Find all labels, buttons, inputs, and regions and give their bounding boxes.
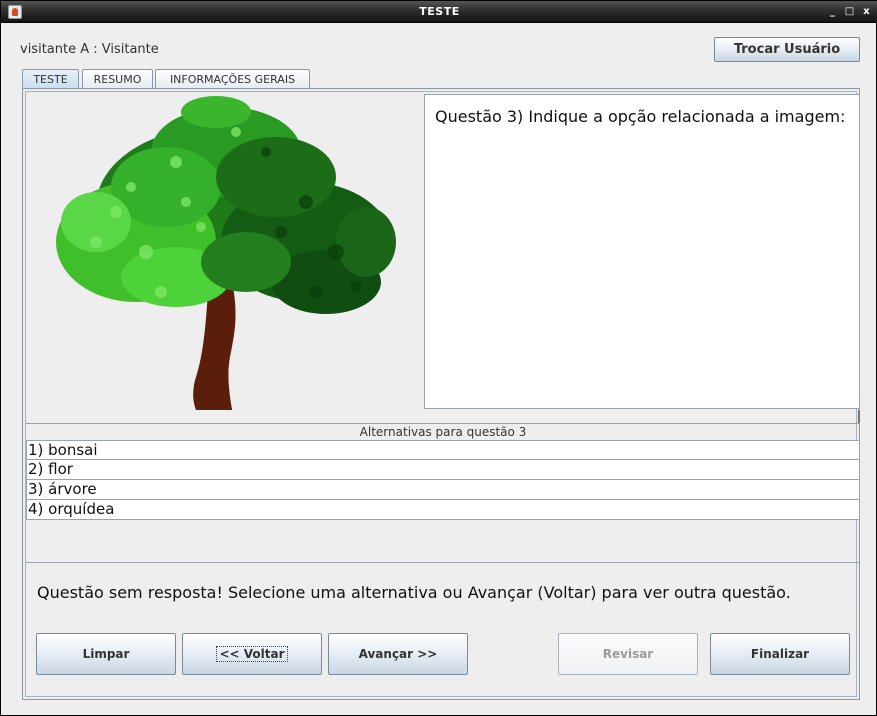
back-button-label: << Voltar [216, 646, 288, 662]
status-message: Questão sem resposta! Selecione uma alte… [37, 583, 791, 602]
alternative-item-3[interactable]: 3) árvore [26, 480, 860, 500]
tree-illustration [56, 96, 396, 410]
tab-resumo[interactable]: RESUMO [82, 69, 153, 88]
action-area: Questão sem resposta! Selecione uma alte… [26, 562, 860, 698]
next-button[interactable]: Avançar >> [328, 633, 468, 675]
question-text-box: Questão 3) Indique a opção relacionada a… [424, 94, 860, 409]
question-panel: Questão 3) Indique a opção relacionada a… [25, 91, 860, 698]
app-window: TESTE _ □ x visitante A : Visitante Troc… [0, 0, 877, 716]
alternatives-list: 1) bonsai 2) flor 3) árvore 4) orquídea [26, 440, 860, 520]
alternative-item-4[interactable]: 4) orquídea [26, 500, 860, 520]
main-content: visitante A : Visitante Trocar Usuário T… [2, 24, 875, 714]
maximize-icon[interactable]: □ [844, 6, 855, 17]
close-icon[interactable]: x [861, 6, 872, 17]
alternative-item-1[interactable]: 1) bonsai [26, 440, 860, 460]
window-title: TESTE [419, 5, 460, 18]
current-user-label: visitante A : Visitante [20, 42, 159, 57]
resize-handle[interactable] [858, 410, 860, 423]
test-panel: Questão 3) Indique a opção relacionada a… [22, 88, 860, 700]
tab-informacoes-gerais[interactable]: INFORMAÇÕES GERAIS [155, 69, 310, 88]
review-button[interactable]: Revisar [558, 633, 698, 675]
tab-teste[interactable]: TESTE [22, 69, 79, 89]
question-image [26, 92, 424, 422]
clear-button[interactable]: Limpar [36, 633, 176, 675]
title-bar: TESTE _ □ x [1, 1, 877, 23]
alternatives-header: Alternativas para questão 3 [26, 423, 860, 439]
back-button[interactable]: << Voltar [182, 633, 322, 675]
minimize-icon[interactable]: _ [827, 6, 838, 17]
alternative-item-2[interactable]: 2) flor [26, 460, 860, 480]
switch-user-button[interactable]: Trocar Usuário [714, 37, 860, 62]
question-text: Questão 3) Indique a opção relacionada a… [435, 107, 846, 126]
finish-button[interactable]: Finalizar [710, 633, 850, 675]
